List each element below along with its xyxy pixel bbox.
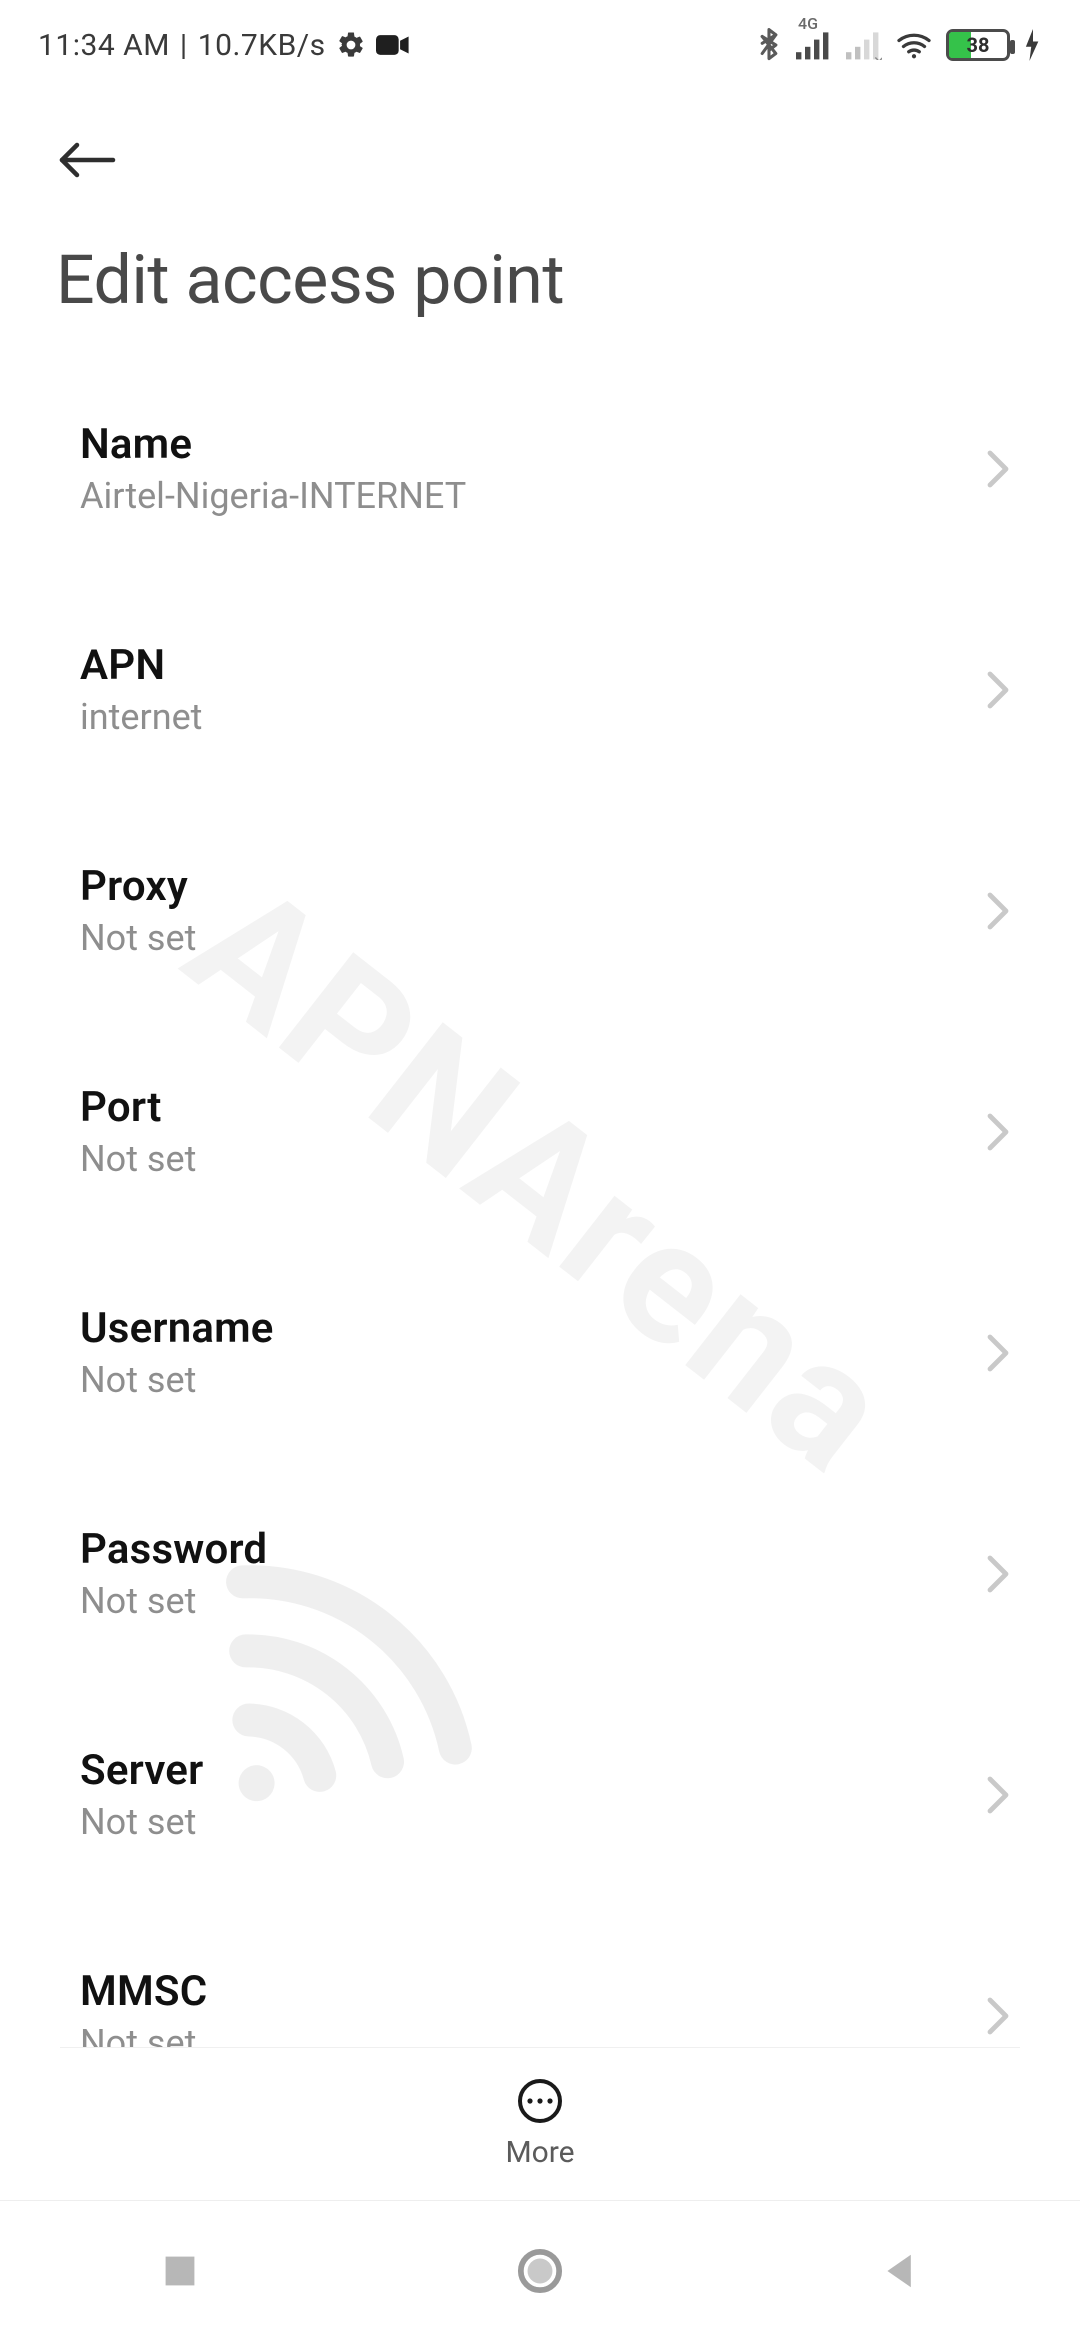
- setting-label: Proxy: [80, 862, 196, 911]
- more-icon: [516, 2077, 564, 2125]
- setting-row-name[interactable]: Name Airtel-Nigeria-INTERNET: [0, 382, 1080, 555]
- setting-row-username[interactable]: Username Not set: [0, 1266, 1080, 1439]
- setting-row-mmsc[interactable]: MMSCNot set: [0, 1929, 1080, 2056]
- charging-icon: [1024, 29, 1042, 61]
- chevron-right-icon: [986, 1775, 1010, 1815]
- setting-value: Airtel-Nigeria-INTERNET: [80, 475, 466, 517]
- chevron-right-icon: [986, 1554, 1010, 1594]
- more-label: More: [505, 2135, 574, 2170]
- setting-label: MMSC: [80, 1967, 207, 2016]
- status-time: 11:34 AM: [38, 28, 170, 63]
- more-button[interactable]: More: [0, 2048, 1080, 2198]
- status-separator: |: [180, 28, 188, 63]
- status-bar: 11:34 AM | 10.7KB/s 4G ✕ 38: [0, 0, 1080, 90]
- setting-row-port[interactable]: Port Not set: [0, 1045, 1080, 1218]
- setting-label: Name: [80, 420, 466, 469]
- setting-value: Not set: [80, 1580, 267, 1622]
- nav-back-button[interactable]: [860, 2231, 940, 2311]
- back-button[interactable]: [46, 120, 126, 200]
- chevron-right-icon: [986, 891, 1010, 931]
- setting-value: Not set: [80, 1359, 274, 1401]
- arrow-left-icon: [56, 138, 116, 182]
- nav-home-button[interactable]: [500, 2231, 580, 2311]
- svg-text:✕: ✕: [873, 54, 882, 60]
- page-title: Edit access point: [56, 240, 1024, 320]
- nav-recent-button[interactable]: [140, 2231, 220, 2311]
- signal-4g-icon: 4G: [796, 30, 832, 60]
- settings-list: Name Airtel-Nigeria-INTERNET APN internet Pr…: [0, 382, 1080, 2056]
- setting-label: Password: [80, 1525, 267, 1574]
- setting-row-server[interactable]: Server Not set: [0, 1708, 1080, 1881]
- gear-icon: [336, 30, 366, 60]
- setting-label: Port: [80, 1083, 196, 1132]
- setting-row-proxy[interactable]: Proxy Not set: [0, 824, 1080, 997]
- setting-value: Not set: [80, 1138, 196, 1180]
- navigation-bar: [0, 2200, 1080, 2340]
- chevron-right-icon: [986, 1112, 1010, 1152]
- chevron-right-icon: [986, 1333, 1010, 1373]
- setting-value: internet: [80, 696, 202, 738]
- setting-label: APN: [80, 641, 202, 690]
- signal-no-sim-icon: ✕: [846, 30, 882, 60]
- square-icon: [162, 2253, 198, 2289]
- video-camera-icon: [376, 33, 410, 57]
- setting-label: Username: [80, 1304, 274, 1353]
- setting-value: Not set: [80, 917, 196, 959]
- setting-label: Server: [80, 1746, 203, 1795]
- battery-icon: 38: [946, 29, 1010, 61]
- chevron-right-icon: [986, 1996, 1010, 2036]
- bluetooth-icon: [756, 28, 782, 62]
- circle-icon: [517, 2248, 563, 2294]
- setting-value: Not set: [80, 1801, 203, 1843]
- setting-row-apn[interactable]: APN internet: [0, 603, 1080, 776]
- chevron-right-icon: [986, 670, 1010, 710]
- triangle-left-icon: [882, 2251, 918, 2291]
- status-net-speed: 10.7KB/s: [198, 28, 326, 63]
- header: Edit access point: [0, 120, 1080, 320]
- wifi-icon: [896, 30, 932, 60]
- setting-row-password[interactable]: Password Not set: [0, 1487, 1080, 1660]
- chevron-right-icon: [986, 449, 1010, 489]
